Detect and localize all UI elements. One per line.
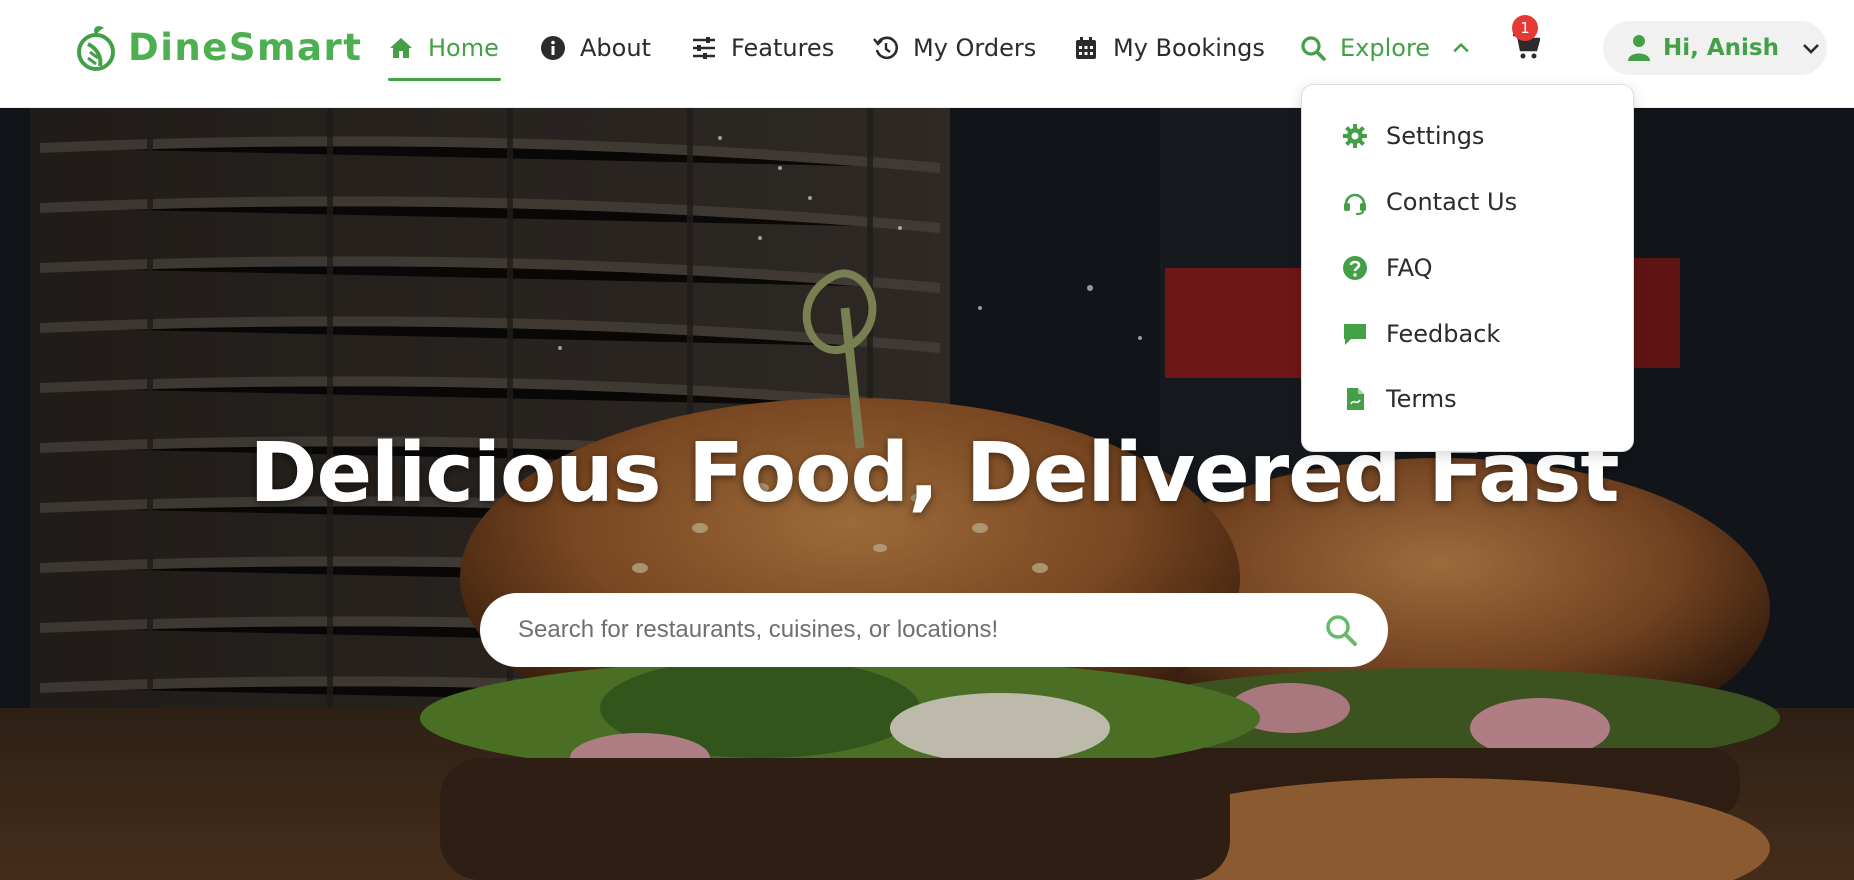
nav-my-bookings[interactable]: My Bookings	[1073, 28, 1265, 68]
search-icon[interactable]	[1324, 613, 1358, 647]
nav-about[interactable]: About	[540, 28, 651, 68]
gear-icon	[1343, 124, 1367, 148]
explore-dropdown-menu: Settings Contact Us FAQ Feedback Terms	[1301, 84, 1634, 452]
nav-about-label: About	[580, 34, 651, 62]
menu-item-terms-label: Terms	[1386, 385, 1457, 413]
menu-item-faq-label: FAQ	[1386, 254, 1433, 282]
menu-item-faq[interactable]: FAQ	[1342, 248, 1433, 288]
menu-item-contact-us-label: Contact Us	[1386, 188, 1518, 216]
cart-count-badge: 1	[1512, 15, 1538, 41]
document-icon	[1347, 388, 1364, 410]
menu-item-settings-label: Settings	[1386, 122, 1485, 150]
headset-icon	[1344, 193, 1366, 215]
nav-explore-label: Explore	[1340, 34, 1431, 62]
brand-name: DineSmart	[128, 25, 363, 69]
nav-home-label: Home	[428, 34, 499, 62]
hero-search-bar	[480, 593, 1388, 667]
chevron-down-icon	[1803, 44, 1819, 54]
nav-my-orders-label: My Orders	[913, 34, 1037, 62]
menu-item-terms[interactable]: Terms	[1342, 379, 1457, 419]
leaf-logo-icon	[77, 26, 115, 71]
brand-logo[interactable]: DineSmart	[76, 22, 362, 72]
menu-item-feedback[interactable]: Feedback	[1342, 314, 1500, 354]
nav-home[interactable]: Home	[388, 28, 499, 68]
info-icon	[541, 36, 565, 60]
chevron-up-icon	[1453, 42, 1469, 53]
comment-icon	[1344, 324, 1366, 345]
user-menu-button[interactable]: Hi, Anish	[1603, 21, 1827, 75]
nav-my-orders[interactable]: My Orders	[873, 28, 1036, 68]
nav-features[interactable]: Features	[691, 28, 834, 68]
nav-my-bookings-label: My Bookings	[1113, 34, 1265, 62]
active-nav-indicator	[388, 78, 501, 81]
user-icon	[1628, 35, 1650, 61]
question-icon	[1343, 256, 1367, 280]
sliders-icon	[693, 37, 715, 59]
hero-search-input[interactable]	[518, 616, 1324, 644]
user-greeting: Hi, Anish	[1663, 35, 1779, 61]
home-icon	[390, 38, 412, 58]
menu-item-feedback-label: Feedback	[1386, 320, 1501, 348]
nav-explore[interactable]: Explore	[1300, 28, 1472, 68]
calendar-icon	[1076, 37, 1096, 59]
menu-item-contact-us[interactable]: Contact Us	[1342, 182, 1517, 222]
menu-item-settings[interactable]: Settings	[1342, 116, 1484, 156]
nav-features-label: Features	[731, 34, 835, 62]
history-icon	[873, 36, 898, 60]
search-icon	[1301, 36, 1326, 61]
